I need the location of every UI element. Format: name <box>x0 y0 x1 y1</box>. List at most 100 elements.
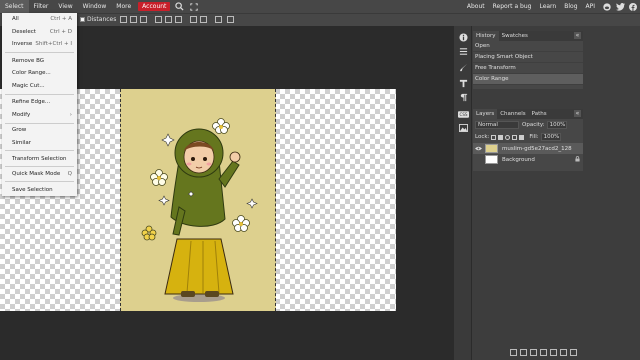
layer-name[interactable]: muslim-gd5e27acd2_128 <box>502 146 572 152</box>
facebook-icon[interactable] <box>628 2 638 12</box>
lock-all-icon[interactable] <box>519 134 525 140</box>
menu-select[interactable]: Select <box>0 0 29 13</box>
css-icon[interactable]: CSS <box>457 108 469 120</box>
adjustment-icon[interactable] <box>540 349 547 356</box>
link-layers-icon[interactable] <box>510 349 517 356</box>
illustration-girl <box>141 118 258 302</box>
history-row[interactable]: Free Transform <box>473 63 583 74</box>
distances-label: Distances <box>87 16 117 23</box>
menu-item-all[interactable]: All Ctrl + A <box>2 13 77 25</box>
fill-input[interactable]: 100% <box>540 133 561 141</box>
menu-item-transform-selection[interactable]: Transform Selection <box>2 153 77 165</box>
menu-item-color-range[interactable]: Color Range... <box>2 67 77 79</box>
account-button[interactable]: Account <box>138 2 171 11</box>
lock-fill-row: Lock: Fill: 100% <box>473 131 583 143</box>
menu-item-deselect[interactable]: Deselect Ctrl + D <box>2 26 77 38</box>
menu-filter[interactable]: Filter <box>29 0 54 13</box>
layer-style-icon[interactable] <box>520 349 527 356</box>
learn-link[interactable]: Learn <box>535 3 560 10</box>
mask-icon[interactable] <box>530 349 537 356</box>
twitter-icon[interactable] <box>615 2 625 12</box>
layers-panel-tabs: Layers Channels Paths <box>473 109 583 119</box>
menu-separator <box>5 94 74 95</box>
shortcut-label: Ctrl + A <box>50 16 72 22</box>
lock-transparency-icon[interactable] <box>491 134 497 140</box>
align-left-icon[interactable] <box>120 16 127 23</box>
menu-item-label: Refine Edge... <box>12 99 51 105</box>
select-menu-dropdown: All Ctrl + A Deselect Ctrl + D Inverse Shif… <box>2 13 77 196</box>
tool-options-bar: Distances <box>0 13 640 25</box>
shortcut-label: Shift+Ctrl + I <box>35 41 72 47</box>
collapse-icon[interactable]: « <box>574 110 581 117</box>
tab-channels[interactable]: Channels <box>497 109 528 119</box>
menu-item-similar[interactable]: Similar <box>2 137 77 149</box>
menu-item-refine-edge[interactable]: Refine Edge... <box>2 96 77 108</box>
svg-text:CSS: CSS <box>459 112 467 117</box>
api-link[interactable]: API <box>582 3 600 10</box>
about-link[interactable]: About <box>463 3 489 10</box>
folder-icon[interactable] <box>550 349 557 356</box>
report-bug-link[interactable]: Report a bug <box>489 3 536 10</box>
history-row[interactable]: Placing Smart Object <box>473 52 583 63</box>
snap-icon[interactable] <box>215 16 222 23</box>
blend-mode-select[interactable]: Normal <box>475 121 519 129</box>
menu-item-grow[interactable]: Grow <box>2 124 77 136</box>
history-panel: History Swatches « Open Placing Smart Ob… <box>473 31 583 89</box>
brush-settings-icon[interactable] <box>457 61 469 73</box>
distribute-horizontal-icon[interactable] <box>190 16 197 23</box>
submenu-arrow-icon: › <box>69 112 72 118</box>
layer-row[interactable]: muslim-gd5e27acd2_128 <box>473 143 583 154</box>
opacity-input[interactable]: 100% <box>546 121 567 129</box>
menu-item-magic-cut[interactable]: Magic Cut... <box>2 80 77 92</box>
character-icon[interactable] <box>457 77 469 89</box>
info-icon[interactable] <box>457 31 469 43</box>
lock-artboard-icon[interactable] <box>512 134 518 140</box>
properties-icon[interactable] <box>457 45 469 57</box>
menu-more[interactable]: More <box>111 0 136 13</box>
trash-icon[interactable] <box>570 349 577 356</box>
distribute-vertical-icon[interactable] <box>200 16 207 23</box>
layer-name[interactable]: Background <box>502 157 535 163</box>
tab-paths[interactable]: Paths <box>529 109 550 119</box>
align-center-icon[interactable] <box>130 16 137 23</box>
tab-history[interactable]: History <box>473 31 499 41</box>
menu-view[interactable]: View <box>53 0 77 13</box>
menu-separator <box>5 181 74 182</box>
menu-item-label: Remove BG <box>12 58 45 64</box>
menu-item-save-selection[interactable]: Save Selection <box>2 184 77 196</box>
align-top-icon[interactable] <box>155 16 162 23</box>
menu-item-quick-mask[interactable]: Quick Mask Mode Q <box>2 168 77 180</box>
menu-item-label: Color Range... <box>12 70 51 76</box>
tab-layers[interactable]: Layers <box>473 109 498 119</box>
align-bottom-icon[interactable] <box>175 16 182 23</box>
search-icon[interactable] <box>173 1 185 13</box>
new-layer-icon[interactable] <box>560 349 567 356</box>
menu-window[interactable]: Window <box>78 0 112 13</box>
history-row-selected[interactable]: Color Range <box>473 74 583 85</box>
history-row[interactable]: Open <box>473 41 583 52</box>
paragraph-icon[interactable] <box>457 91 469 103</box>
menu-item-label: Save Selection <box>12 187 53 193</box>
visibility-eye-icon[interactable] <box>475 145 482 152</box>
reddit-icon[interactable] <box>602 2 612 12</box>
menu-item-remove-bg[interactable]: Remove BG <box>2 55 77 67</box>
tab-swatches[interactable]: Swatches <box>499 31 531 41</box>
layer-row[interactable]: Background <box>473 154 583 165</box>
collapse-icon[interactable]: « <box>574 32 581 39</box>
grid-icon[interactable] <box>227 16 234 23</box>
menu-item-label: Transform Selection <box>12 156 67 162</box>
blog-link[interactable]: Blog <box>560 3 581 10</box>
fill-label: Fill: <box>529 134 539 140</box>
menu-item-inverse[interactable]: Inverse Shift+Ctrl + I <box>2 38 77 50</box>
lock-icon <box>575 155 580 164</box>
blend-opacity-row: Normal Opacity: 100% <box>473 119 583 131</box>
image-icon[interactable] <box>457 122 469 134</box>
distances-checkbox[interactable] <box>80 17 85 22</box>
fullscreen-icon[interactable] <box>188 1 200 13</box>
lock-position-icon[interactable] <box>505 134 511 140</box>
menu-item-modify[interactable]: Modify › <box>2 109 77 121</box>
lock-pixels-icon[interactable] <box>498 134 504 140</box>
canvas-image[interactable] <box>120 89 276 311</box>
align-middle-icon[interactable] <box>165 16 172 23</box>
align-right-icon[interactable] <box>140 16 147 23</box>
